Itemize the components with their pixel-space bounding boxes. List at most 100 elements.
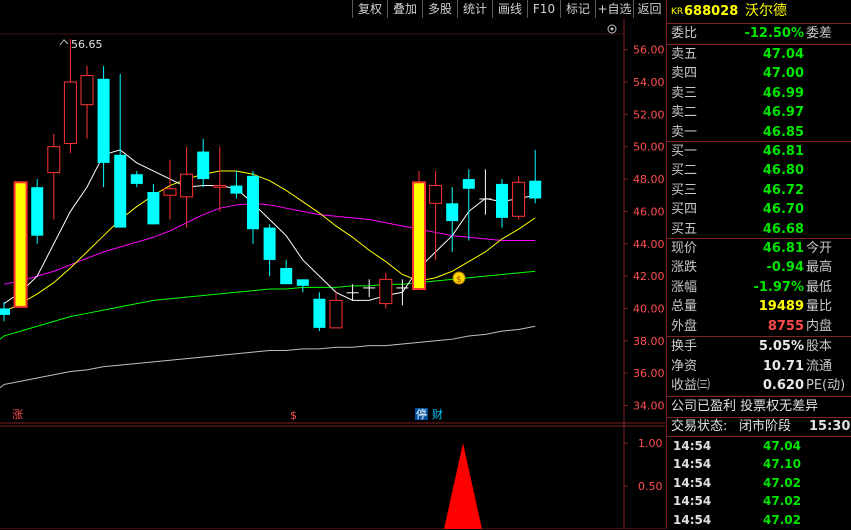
bid-row-label: 买一: [671, 144, 698, 159]
down-candle: [479, 198, 492, 200]
ask-row-label: 卖二: [671, 105, 698, 121]
down-candle: [363, 287, 376, 289]
stat-row-right-label: 内盘: [806, 318, 833, 334]
down-candle: [462, 179, 475, 189]
up-candle: [429, 185, 443, 204]
stat-row-value: 19489: [758, 299, 804, 315]
stat-row-value: -1.97%: [753, 279, 805, 295]
high-annotation: 56.65: [59, 38, 103, 51]
fund-row-right-label: PE(动): [806, 378, 846, 393]
price-tick-label: 36.00: [633, 367, 665, 380]
down-candle: [230, 185, 243, 194]
indicator-tick-label: 0.50: [638, 480, 663, 493]
down-candle: [280, 268, 293, 285]
trade-row: 14:54 47.02: [667, 511, 851, 530]
high-price-label: 56.65: [71, 38, 103, 51]
trade-time: 14:54: [673, 475, 712, 490]
stock-header: KR 688028 沃尔德: [667, 2, 851, 20]
up-candle: [63, 81, 77, 144]
indicator-spike: [444, 443, 482, 529]
ask-row-value: 47.04: [762, 47, 804, 62]
ask-row-label: 卖五: [671, 47, 698, 62]
price-tick-label: 44.00: [633, 238, 665, 251]
ask-row-value: 47.00: [762, 66, 804, 82]
down-candle: [147, 192, 160, 225]
limit-up-candle: [15, 183, 26, 306]
ma120-line-extension: [0, 384, 5, 389]
down-candle: [496, 183, 508, 218]
price-tick-label: 48.00: [633, 173, 665, 186]
ask-row: 卖二 46.97: [667, 103, 851, 122]
price-tick-label: 40.00: [633, 302, 665, 315]
fund-row-value: 0.620: [762, 378, 804, 393]
trade-row: 14:54 47.10: [667, 455, 851, 474]
finance-marker: 财: [432, 407, 443, 421]
quote-panel: KR 688028 沃尔德 委比 -12.50% 委差 卖五 47.04 卖四 47.…: [666, 0, 851, 529]
limit-up-marker: 涨: [12, 408, 23, 421]
trade-price: 47.02: [763, 512, 801, 527]
ask-row-value: 46.99: [762, 85, 804, 101]
price-tick-label: 38.00: [633, 335, 665, 348]
bid-row-value: 46.68: [762, 221, 804, 237]
event-markers: 涨 $ 停 财: [11, 407, 443, 422]
settings-icon[interactable]: [607, 24, 617, 34]
ask-row: 卖四 47.00: [667, 64, 851, 83]
statistics-button[interactable]: 统计: [457, 0, 492, 18]
price-tick-label: 52.00: [633, 108, 665, 121]
down-candle: [346, 292, 359, 294]
overlay-button[interactable]: 叠加: [387, 0, 422, 18]
moving-average-lines: [0, 149, 536, 389]
ask-row-value: 46.85: [762, 124, 804, 140]
company-notice: 公司已盈利 投票权无差异: [671, 399, 819, 414]
stat-row: 外盘 8755 内盘: [667, 317, 851, 336]
fund-row-label: 换手: [671, 339, 698, 354]
stat-row-right-label: 最低: [806, 279, 833, 295]
trade-row: 14:54 47.02: [667, 474, 851, 493]
down-candle: [130, 174, 143, 184]
fund-row-right-label: 股本: [806, 339, 833, 354]
indicator-pane: [444, 443, 482, 529]
add-favorite-button[interactable]: +自选: [595, 0, 633, 18]
down-candle: [396, 287, 409, 289]
chart-toolbar: 复权 叠加 多股 统计 画线 F10 标记 +自选 返回: [0, 0, 665, 18]
ask-row-label: 卖一: [671, 124, 698, 140]
down-candle: [0, 308, 10, 315]
fund-row-value: 10.71: [762, 358, 804, 374]
stat-row: 涨跌 -0.94 最高: [667, 258, 851, 277]
suspend-marker: 停: [416, 407, 427, 421]
down-candle: [114, 154, 127, 228]
up-candle: [180, 173, 194, 198]
svg-text:$: $: [456, 275, 462, 285]
stock-code: 688028: [684, 4, 739, 19]
down-candle: [31, 187, 44, 236]
stat-row-label: 总量: [671, 299, 698, 315]
kline-chart[interactable]: 56.00 54.00 52.00 50.00 48.00 46.00 44.00 42.00…: [0, 18, 665, 529]
mark-button[interactable]: 标记: [560, 0, 595, 18]
multi-stock-button[interactable]: 多股: [422, 0, 457, 18]
limit-up-candle: [414, 183, 424, 289]
ask-row-label: 卖四: [671, 66, 698, 82]
indicator-axis: 1.00 0.50: [624, 437, 663, 493]
price-tick-label: 54.00: [633, 76, 665, 89]
stat-row-value: -0.94: [766, 260, 804, 276]
trade-row: 14:54 47.04: [667, 437, 851, 456]
fund-row: 换手 5.05% 股本: [667, 337, 851, 356]
back-button[interactable]: 返回: [633, 0, 665, 18]
ma60-line-extension: [0, 335, 5, 340]
price-tick-label: 46.00: [633, 205, 665, 218]
trade-price: 47.04: [763, 439, 801, 453]
restore-rights-button[interactable]: 复权: [352, 0, 387, 18]
draw-line-button[interactable]: 画线: [492, 0, 527, 18]
stat-row-value: 8755: [767, 318, 804, 334]
fund-row-label: 净资: [671, 358, 698, 374]
stock-name: 沃尔德: [745, 3, 787, 19]
trade-price: 47.10: [763, 457, 801, 472]
bid-row: 买四 46.70: [667, 200, 851, 219]
market-tag: KR: [671, 7, 684, 17]
price-tick-label: 56.00: [633, 44, 665, 57]
ask-row-label: 卖三: [671, 85, 698, 101]
fund-row-right-label: 流通: [806, 358, 833, 374]
weibi-value: -12.50%: [744, 26, 804, 41]
f10-button[interactable]: F10: [527, 0, 560, 18]
stat-row-right-label: 今开: [806, 241, 833, 256]
